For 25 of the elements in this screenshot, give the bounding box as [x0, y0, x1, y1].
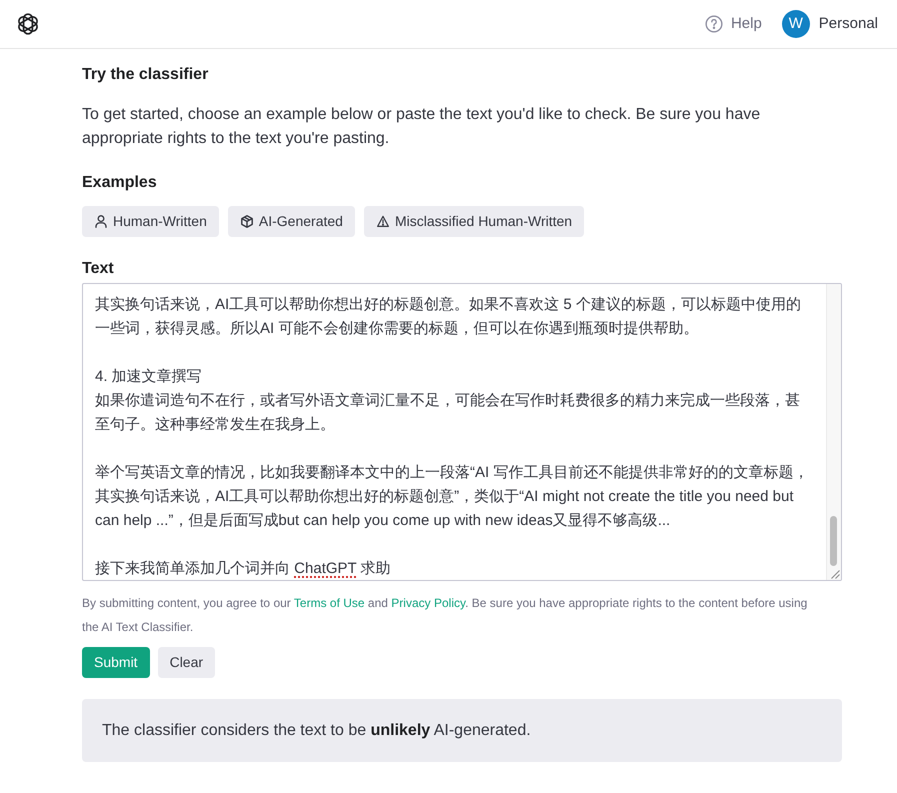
text-paragraph: 接下来我简单添加几个词并向 ChatGPT 求助 — [95, 559, 392, 579]
help-link[interactable]: Help — [704, 14, 762, 34]
account-button[interactable]: W Personal — [782, 10, 878, 38]
clear-button[interactable]: Clear — [158, 647, 216, 678]
text-field[interactable] — [82, 283, 842, 581]
help-icon — [704, 15, 723, 33]
example-button[interactable]: Human-Written — [82, 206, 219, 237]
logo-icon[interactable] — [16, 12, 40, 36]
section-heading: Text — [82, 259, 115, 279]
disclaimer-text: By submitting content, you agree to our Terms of Use and Privacy Policy. Be sure you have appropriate rights to the content before using the AI Text Classifier. — [82, 595, 808, 636]
text-paragraph: 举个写英语文章的情况，比如我要翻译本文中的上一段落“AI 写作工具目前还不能提供非常好的的文章标题， 其实换句话来说，AI工具可以帮助你想出好的标题创意”，类似于“AI might not create the title you need but can help ...”，但是后面写成but can help you come up with new ideas又显得不够高级... — [95, 463, 810, 531]
cube-icon — [240, 215, 253, 228]
resize-grip-icon[interactable] — [830, 569, 840, 579]
section-title: Try the classifier — [82, 65, 210, 85]
example-button[interactable]: Misclassified Human-Written — [364, 206, 584, 237]
scrollbar-thumb[interactable] — [830, 516, 837, 566]
warning-icon — [376, 215, 389, 228]
text-paragraph: 4. 加速文章撰写 如果你遣词造句不在行，或者写外语文章词汇量不足，可能会在写作时耗费很多的精力来完成一些段落，甚 至句子。这种事经常发生在我身上。 — [95, 367, 801, 435]
example-button[interactable]: AI-Generated — [228, 206, 355, 237]
text-paragraph: 其实换句话来说，AI工具可以帮助你想出好的标题创意。如果不喜欢这 5 个建议的标题，可以标题中使用的 一些词，获得灵感。所以AI 可能不会创建你需要的标题，但可以在你遇到瓶颈时提供帮助。 — [95, 295, 802, 339]
user-avatar: W — [782, 10, 810, 38]
intro-text: To get started, choose an example below or paste the text you'd like to check. Be sure you have appropriate rights to the text you're pasting. — [82, 105, 762, 149]
section-heading: Examples — [82, 173, 158, 193]
person-icon — [95, 215, 107, 228]
result-message: The classifier considers the text to be unlikely AI-generated. — [82, 699, 842, 762]
